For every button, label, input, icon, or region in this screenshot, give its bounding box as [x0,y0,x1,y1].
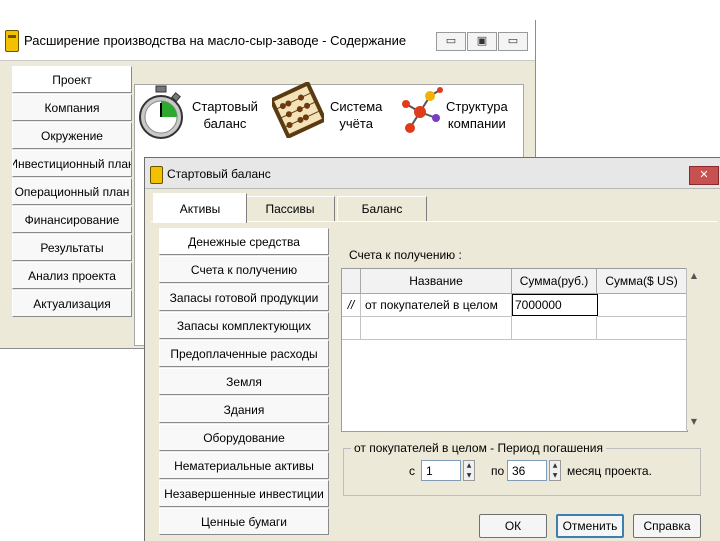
asset-item-prepaid-expenses[interactable]: Предоплаченные расходы [159,340,329,367]
table-cell-sum-rub-input[interactable]: 7000000 [512,294,598,316]
icon-label-line: баланс [203,116,247,131]
table-empty-cell [597,317,686,340]
molecule-icon[interactable] [396,84,446,140]
table-empty-cell [361,317,512,340]
table-scrollbar[interactable]: ▲ ▼ [686,268,701,430]
table-header-marker [342,269,361,294]
repayment-period-title: от покупателей в целом - Период погашени… [351,441,607,455]
main-window-titlebar: Расширение производства на масло-сыр-зав… [0,20,535,61]
icon-label-line: учёта [339,116,373,131]
start-balance-dialog: Стартовый баланс ✕ Активы Пассивы Баланс… [144,157,720,541]
icon-label-line: компании [447,116,506,131]
table-header-sum-rub: Сумма(руб.) [512,269,597,294]
icon-label-line: Система [330,99,383,114]
main-window-title: Расширение производства на масло-сыр-зав… [24,33,407,48]
tab-balance[interactable]: Баланс [337,196,427,221]
asset-item-buildings[interactable]: Здания [159,396,329,423]
table-header-sum-usd: Сумма($ US) [597,269,686,294]
nav-item-project-analysis[interactable]: Анализ проекта [12,262,132,289]
table-empty-cell [342,317,361,340]
icon-label-line: Структура [446,99,508,114]
icon-label-line: Стартовый [192,99,258,114]
stopwatch-icon[interactable] [138,84,184,144]
table-cell-sum-usd[interactable] [597,294,686,317]
nav-item-actualization[interactable]: Актуализация [12,290,132,317]
dialog-titlebar: Стартовый баланс ✕ [145,158,720,189]
minimize-button[interactable]: ▭ [436,32,466,51]
restore-button[interactable]: ▭ [498,32,528,51]
asset-item-receivables[interactable]: Счета к получению [159,256,329,283]
tab-liabilities[interactable]: Пассивы [245,196,335,221]
icon-label-accounting[interactable]: Система учёта [330,98,382,132]
receivables-table: Название Сумма(руб.) Сумма($ US) // от п… [341,268,688,432]
cancel-button[interactable]: Отменить [556,514,624,538]
asset-item-unfinished-investments[interactable]: Незавершенные инвестиции [159,480,329,507]
from-month-input[interactable]: 1 [421,460,461,481]
section-label: Счета к получению : [349,248,462,262]
nav-item-operational-plan[interactable]: Операционный план [12,178,132,205]
nav-item-investment-plan[interactable]: Инвестиционный план [12,150,132,177]
abacus-icon[interactable] [268,80,328,140]
unit-label: месяц проекта. [567,464,652,478]
asset-item-finished-goods[interactable]: Запасы готовой продукции [159,284,329,311]
asset-item-cash[interactable]: Денежные средства [159,228,329,255]
from-label: с [409,464,415,478]
close-button[interactable]: ✕ [689,166,719,185]
asset-item-securities[interactable]: Ценные бумаги [159,508,329,535]
row-marker: // [342,294,361,317]
asset-item-intangibles[interactable]: Нематериальные активы [159,452,329,479]
table-empty-cell [512,317,597,340]
to-label: по [491,464,505,478]
asset-item-components[interactable]: Запасы комплектующих [159,312,329,339]
scroll-up-icon[interactable]: ▲ [688,269,700,283]
app-icon [5,30,19,52]
icon-label-company-structure[interactable]: Структура компании [446,98,508,132]
to-month-input[interactable]: 36 [507,460,547,481]
asset-item-equipment[interactable]: Оборудование [159,424,329,451]
nav-item-financing[interactable]: Финансирование [12,206,132,233]
nav-item-results[interactable]: Результаты [12,234,132,261]
ok-button[interactable]: ОК [479,514,547,538]
scroll-down-icon[interactable]: ▼ [688,415,700,429]
table-header-name: Название [361,269,512,294]
help-button[interactable]: Справка [633,514,701,538]
tab-assets[interactable]: Активы [153,193,247,223]
from-month-stepper[interactable]: ▲ ▼ [463,460,475,481]
dialog-title: Стартовый баланс [167,167,271,181]
icon-label-start-balance[interactable]: Стартовый баланс [192,98,258,132]
table-cell-name[interactable]: от покупателей в целом [361,294,512,317]
dialog-app-icon [150,166,163,184]
nav-item-project[interactable]: Проект [12,66,132,93]
maximize-button[interactable]: ▣ [467,32,497,51]
nav-item-company[interactable]: Компания [12,94,132,121]
nav-item-environment[interactable]: Окружение [12,122,132,149]
to-month-stepper[interactable]: ▲ ▼ [549,460,561,481]
asset-item-land[interactable]: Земля [159,368,329,395]
